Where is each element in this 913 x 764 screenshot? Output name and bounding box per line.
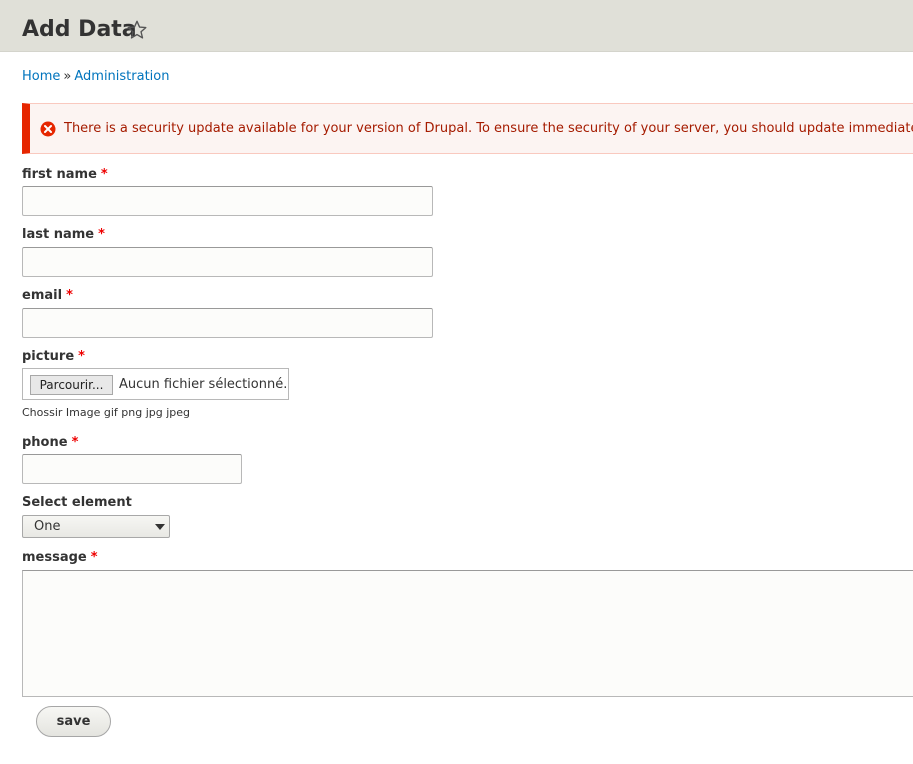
browse-button[interactable]: Parcourir...	[30, 375, 113, 395]
select-selected-value: One	[34, 519, 61, 534]
phone-label-text: phone	[22, 435, 68, 450]
picture-label-text: picture	[22, 349, 75, 364]
star-icon[interactable]	[126, 19, 148, 41]
first-name-label-text: first name	[22, 167, 97, 182]
last-name-label-text: last name	[22, 227, 95, 242]
email-label: email *	[22, 287, 73, 305]
last-name-input[interactable]	[22, 247, 433, 277]
breadcrumb-home-link[interactable]: Home	[22, 69, 60, 84]
breadcrumb: Home» Administration	[22, 68, 170, 86]
required-marker: *	[78, 349, 85, 364]
picture-file-input[interactable]: Parcourir... Aucun fichier sélectionné.	[22, 368, 289, 400]
breadcrumb-administration-link[interactable]: Administration	[74, 69, 169, 84]
message-text: There is a security update available for…	[64, 121, 913, 136]
picture-description: Chossir Image gif png jpg jpeg	[22, 406, 191, 419]
file-status-text: Aucun fichier sélectionné.	[119, 377, 288, 392]
save-button[interactable]: save	[36, 706, 111, 737]
page-title: Add Data	[22, 17, 137, 42]
last-name-label: last name *	[22, 226, 105, 244]
select-element-dropdown[interactable]: One	[22, 515, 170, 538]
required-marker: *	[98, 227, 105, 242]
error-icon	[40, 121, 56, 137]
first-name-label: first name *	[22, 166, 108, 184]
message-label-text: message	[22, 550, 87, 565]
phone-label: phone *	[22, 434, 78, 452]
email-label-text: email	[22, 288, 63, 303]
picture-label: picture *	[22, 348, 85, 366]
message-label: message *	[22, 549, 98, 567]
chevron-down-icon	[155, 524, 165, 530]
phone-input[interactable]	[22, 454, 242, 484]
page-header: Add Data	[0, 0, 913, 52]
required-marker: *	[71, 435, 79, 450]
security-error-message: There is a security update available for…	[22, 103, 913, 154]
breadcrumb-separator: »	[63, 69, 72, 84]
email-input[interactable]	[22, 308, 433, 338]
first-name-input[interactable]	[22, 186, 433, 216]
required-marker: *	[100, 167, 108, 182]
required-marker: *	[66, 288, 73, 303]
message-textarea[interactable]	[22, 570, 913, 697]
required-marker: *	[90, 550, 98, 565]
select-element-label: Select element	[22, 495, 132, 510]
